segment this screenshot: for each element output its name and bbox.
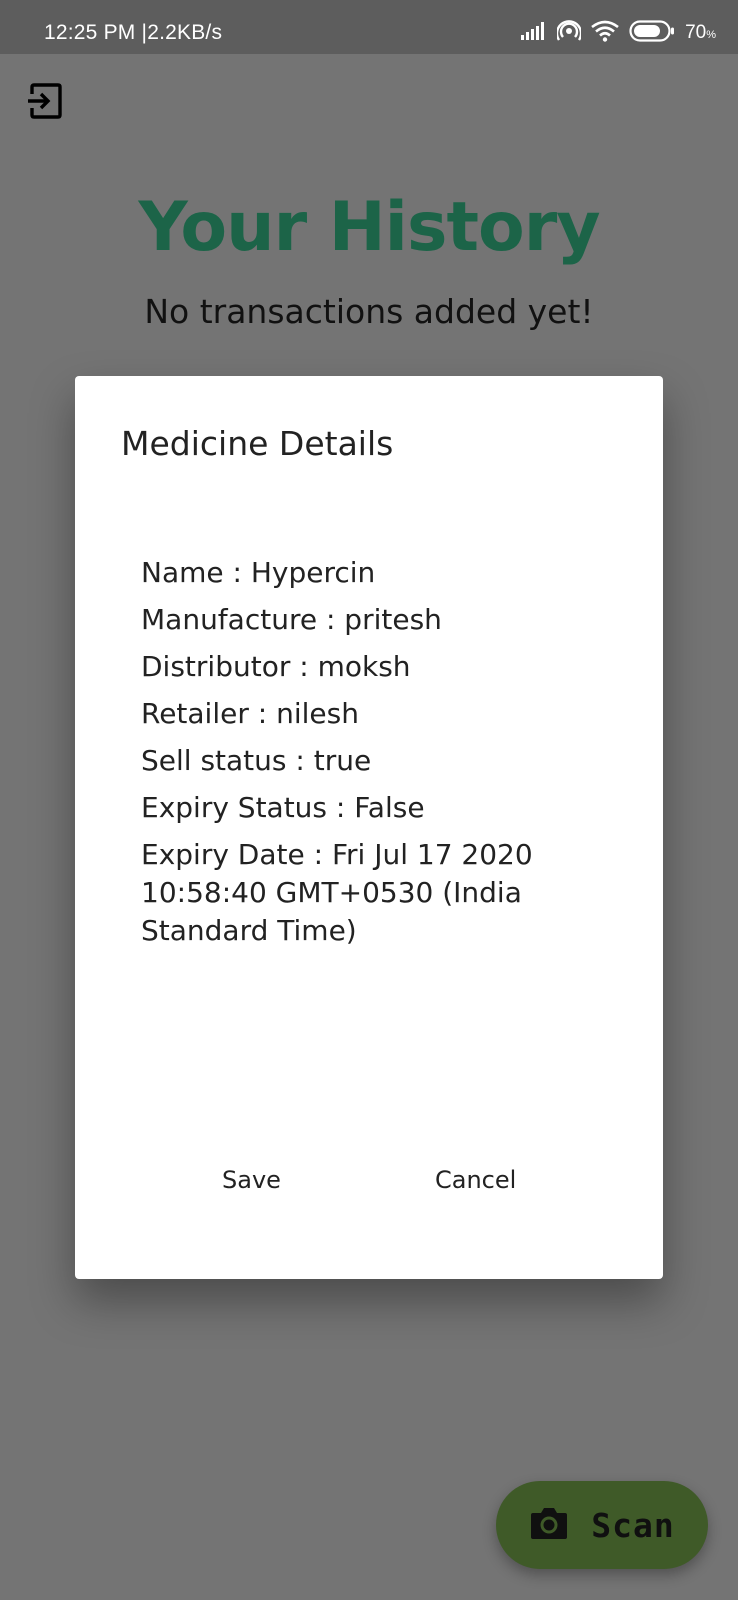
dialog-actions: Save Cancel — [75, 1166, 663, 1206]
detail-expiry-status: Expiry Status : False — [141, 791, 425, 824]
cancel-button[interactable]: Cancel — [435, 1166, 516, 1194]
battery-icon — [629, 19, 675, 47]
battery-unit: % — [706, 29, 716, 41]
hotspot-icon — [555, 19, 583, 47]
detail-name: Name : Hypercin — [141, 556, 376, 589]
detail-sell-status: Sell status : true — [141, 744, 372, 777]
medicine-details-list: Name : Hypercin Manufacture : pritesh Di… — [141, 554, 611, 959]
page-title: Your History — [138, 188, 600, 267]
detail-expiry-date: Expiry Date : Fri Jul 17 2020 10:58:40 G… — [141, 838, 533, 947]
status-speed: 2.2KB/s — [147, 21, 223, 44]
scan-label: Scan — [591, 1505, 675, 1545]
save-button[interactable]: Save — [222, 1166, 281, 1194]
battery-level: 70% — [685, 22, 716, 43]
detail-manufacture: Manufacture : pritesh — [141, 603, 442, 636]
status-left: 12:25 PM |2.2KB/s — [44, 21, 222, 45]
detail-distributor: Distributor : moksh — [141, 650, 411, 683]
dialog-title: Medicine Details — [121, 424, 394, 463]
status-bar: 12:25 PM |2.2KB/s 70% — [0, 0, 738, 54]
exit-to-app-icon[interactable] — [26, 82, 64, 120]
wifi-icon — [591, 20, 619, 47]
camera-icon — [529, 1505, 569, 1546]
detail-retailer: Retailer : nilesh — [141, 697, 359, 730]
signal-icon — [521, 21, 547, 45]
medicine-details-dialog: Medicine Details Name : Hypercin Manufac… — [75, 376, 663, 1279]
scan-button[interactable]: Scan — [496, 1481, 708, 1569]
empty-history-message: No transactions added yet! — [144, 292, 594, 331]
status-time: 12:25 PM — [44, 21, 136, 44]
status-right: 70% — [521, 19, 716, 47]
